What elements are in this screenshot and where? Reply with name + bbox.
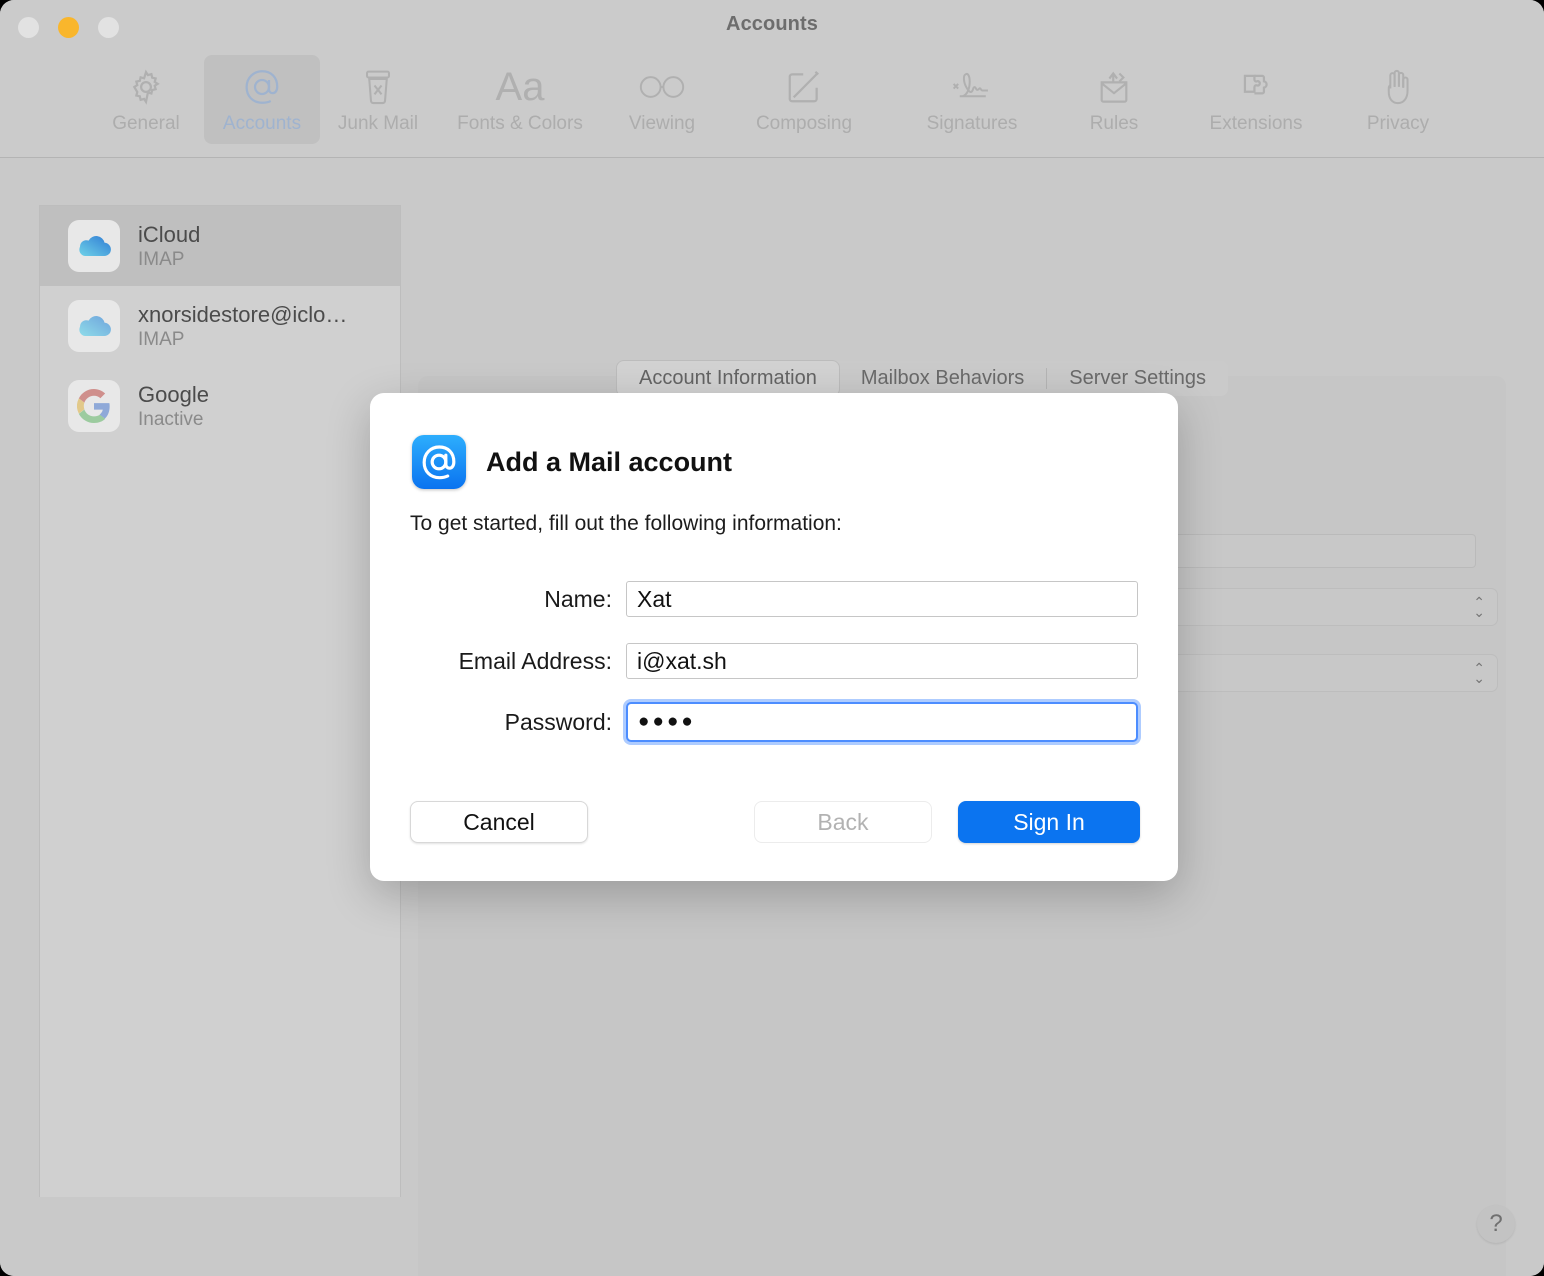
toolbar-label-junk-mail: Junk Mail bbox=[338, 113, 418, 135]
toolbar-label-rules: Rules bbox=[1090, 113, 1139, 135]
sidebar-account-text: iCloud IMAP bbox=[138, 222, 200, 271]
glasses-icon bbox=[634, 64, 690, 110]
dialog-title: Add a Mail account bbox=[486, 447, 732, 478]
preferences-window: Accounts General A bbox=[0, 0, 1544, 1276]
toolbar-label-viewing: Viewing bbox=[629, 113, 695, 135]
sidebar-account-icloud[interactable]: iCloud IMAP bbox=[40, 206, 400, 286]
toolbar-item-junk-mail[interactable]: Junk Mail bbox=[320, 55, 436, 144]
preferences-toolbar: General Accounts bbox=[0, 55, 1544, 147]
tab-server-settings[interactable]: Server Settings bbox=[1047, 361, 1228, 396]
sidebar-account-name: iCloud bbox=[138, 222, 200, 248]
toolbar-label-extensions: Extensions bbox=[1210, 113, 1303, 135]
google-icon bbox=[68, 380, 120, 432]
sidebar-account-text: xnorsidestore@iclo… IMAP bbox=[138, 302, 347, 351]
toolbar-item-rules[interactable]: Rules bbox=[1056, 55, 1172, 144]
name-field-row: Name: Xat bbox=[410, 581, 1138, 617]
cancel-button[interactable]: Cancel bbox=[410, 801, 588, 843]
email-input[interactable]: i@xat.sh bbox=[626, 643, 1138, 679]
icloud-icon bbox=[68, 220, 120, 272]
dialog-button-bar: Cancel Back Sign In bbox=[410, 801, 1140, 843]
sidebar-account-type: IMAP bbox=[138, 249, 200, 271]
password-field-row: Password: ●●●● bbox=[410, 702, 1138, 742]
sign-in-button[interactable]: Sign In bbox=[958, 801, 1140, 843]
sidebar-account-type: IMAP bbox=[138, 329, 347, 351]
puzzle-icon bbox=[1228, 64, 1284, 110]
dialog-header: Add a Mail account bbox=[412, 435, 732, 489]
sidebar-account-name: xnorsidestore@iclo… bbox=[138, 302, 347, 328]
toolbar-item-viewing[interactable]: Viewing bbox=[604, 55, 720, 144]
trash-x-icon bbox=[350, 64, 406, 110]
at-sign-icon bbox=[234, 64, 290, 110]
toolbar-item-signatures[interactable]: Signatures bbox=[888, 55, 1056, 144]
toolbar-item-privacy[interactable]: Privacy bbox=[1340, 55, 1456, 144]
sidebar-account-type: Inactive bbox=[138, 409, 209, 431]
toolbar-item-accounts[interactable]: Accounts bbox=[204, 55, 320, 144]
compose-icon bbox=[776, 64, 832, 110]
toolbar-label-composing: Composing bbox=[756, 113, 852, 135]
name-field-label: Name: bbox=[410, 586, 612, 613]
sidebar-account-xnorsidestore[interactable]: xnorsidestore@iclo… IMAP bbox=[40, 286, 400, 366]
accounts-sidebar[interactable]: iCloud IMAP bbox=[39, 205, 401, 1197]
toolbar-label-general: General bbox=[112, 113, 180, 135]
add-mail-account-dialog: Add a Mail account To get started, fill … bbox=[370, 393, 1178, 881]
sidebar-account-name: Google bbox=[138, 382, 209, 408]
password-field-label: Password: bbox=[410, 709, 612, 736]
email-field-row: Email Address: i@xat.sh bbox=[410, 643, 1138, 679]
toolbar-label-accounts: Accounts bbox=[223, 113, 301, 135]
tab-mailbox-behaviors[interactable]: Mailbox Behaviors bbox=[839, 361, 1046, 396]
chevron-updown-icon: ⌃⌄ bbox=[1473, 597, 1485, 618]
window-title: Accounts bbox=[0, 13, 1544, 36]
email-field-label: Email Address: bbox=[410, 648, 612, 675]
signature-icon bbox=[944, 64, 1000, 110]
chevron-updown-icon: ⌃⌄ bbox=[1473, 663, 1485, 684]
window-titlebar: Accounts General A bbox=[0, 0, 1544, 158]
toolbar-label-fonts-colors: Fonts & Colors bbox=[457, 113, 583, 135]
gear-icon bbox=[118, 64, 174, 110]
tab-account-information[interactable]: Account Information bbox=[617, 361, 839, 396]
toolbar-item-extensions[interactable]: Extensions bbox=[1172, 55, 1340, 144]
toolbar-item-composing[interactable]: Composing bbox=[720, 55, 888, 144]
sidebar-account-google[interactable]: Google Inactive bbox=[40, 366, 400, 446]
back-button[interactable]: Back bbox=[754, 801, 932, 843]
name-input[interactable]: Xat bbox=[626, 581, 1138, 617]
toolbar-item-fonts-colors[interactable]: Aa Fonts & Colors bbox=[436, 55, 604, 144]
font-aa-icon: Aa bbox=[492, 64, 548, 110]
help-button[interactable]: ? bbox=[1477, 1205, 1515, 1243]
account-tabbar[interactable]: Account Information Mailbox Behaviors Se… bbox=[617, 361, 1228, 396]
password-input[interactable]: ●●●● bbox=[626, 702, 1138, 742]
dialog-subtitle: To get started, fill out the following i… bbox=[410, 512, 842, 536]
sidebar-account-text: Google Inactive bbox=[138, 382, 209, 431]
toolbar-label-signatures: Signatures bbox=[927, 113, 1018, 135]
toolbar-label-privacy: Privacy bbox=[1367, 113, 1429, 135]
icloud-icon bbox=[68, 300, 120, 352]
rules-mail-icon bbox=[1086, 64, 1142, 110]
at-sign-app-icon bbox=[412, 435, 466, 489]
hand-icon bbox=[1370, 64, 1426, 110]
toolbar-item-general[interactable]: General bbox=[88, 55, 204, 144]
